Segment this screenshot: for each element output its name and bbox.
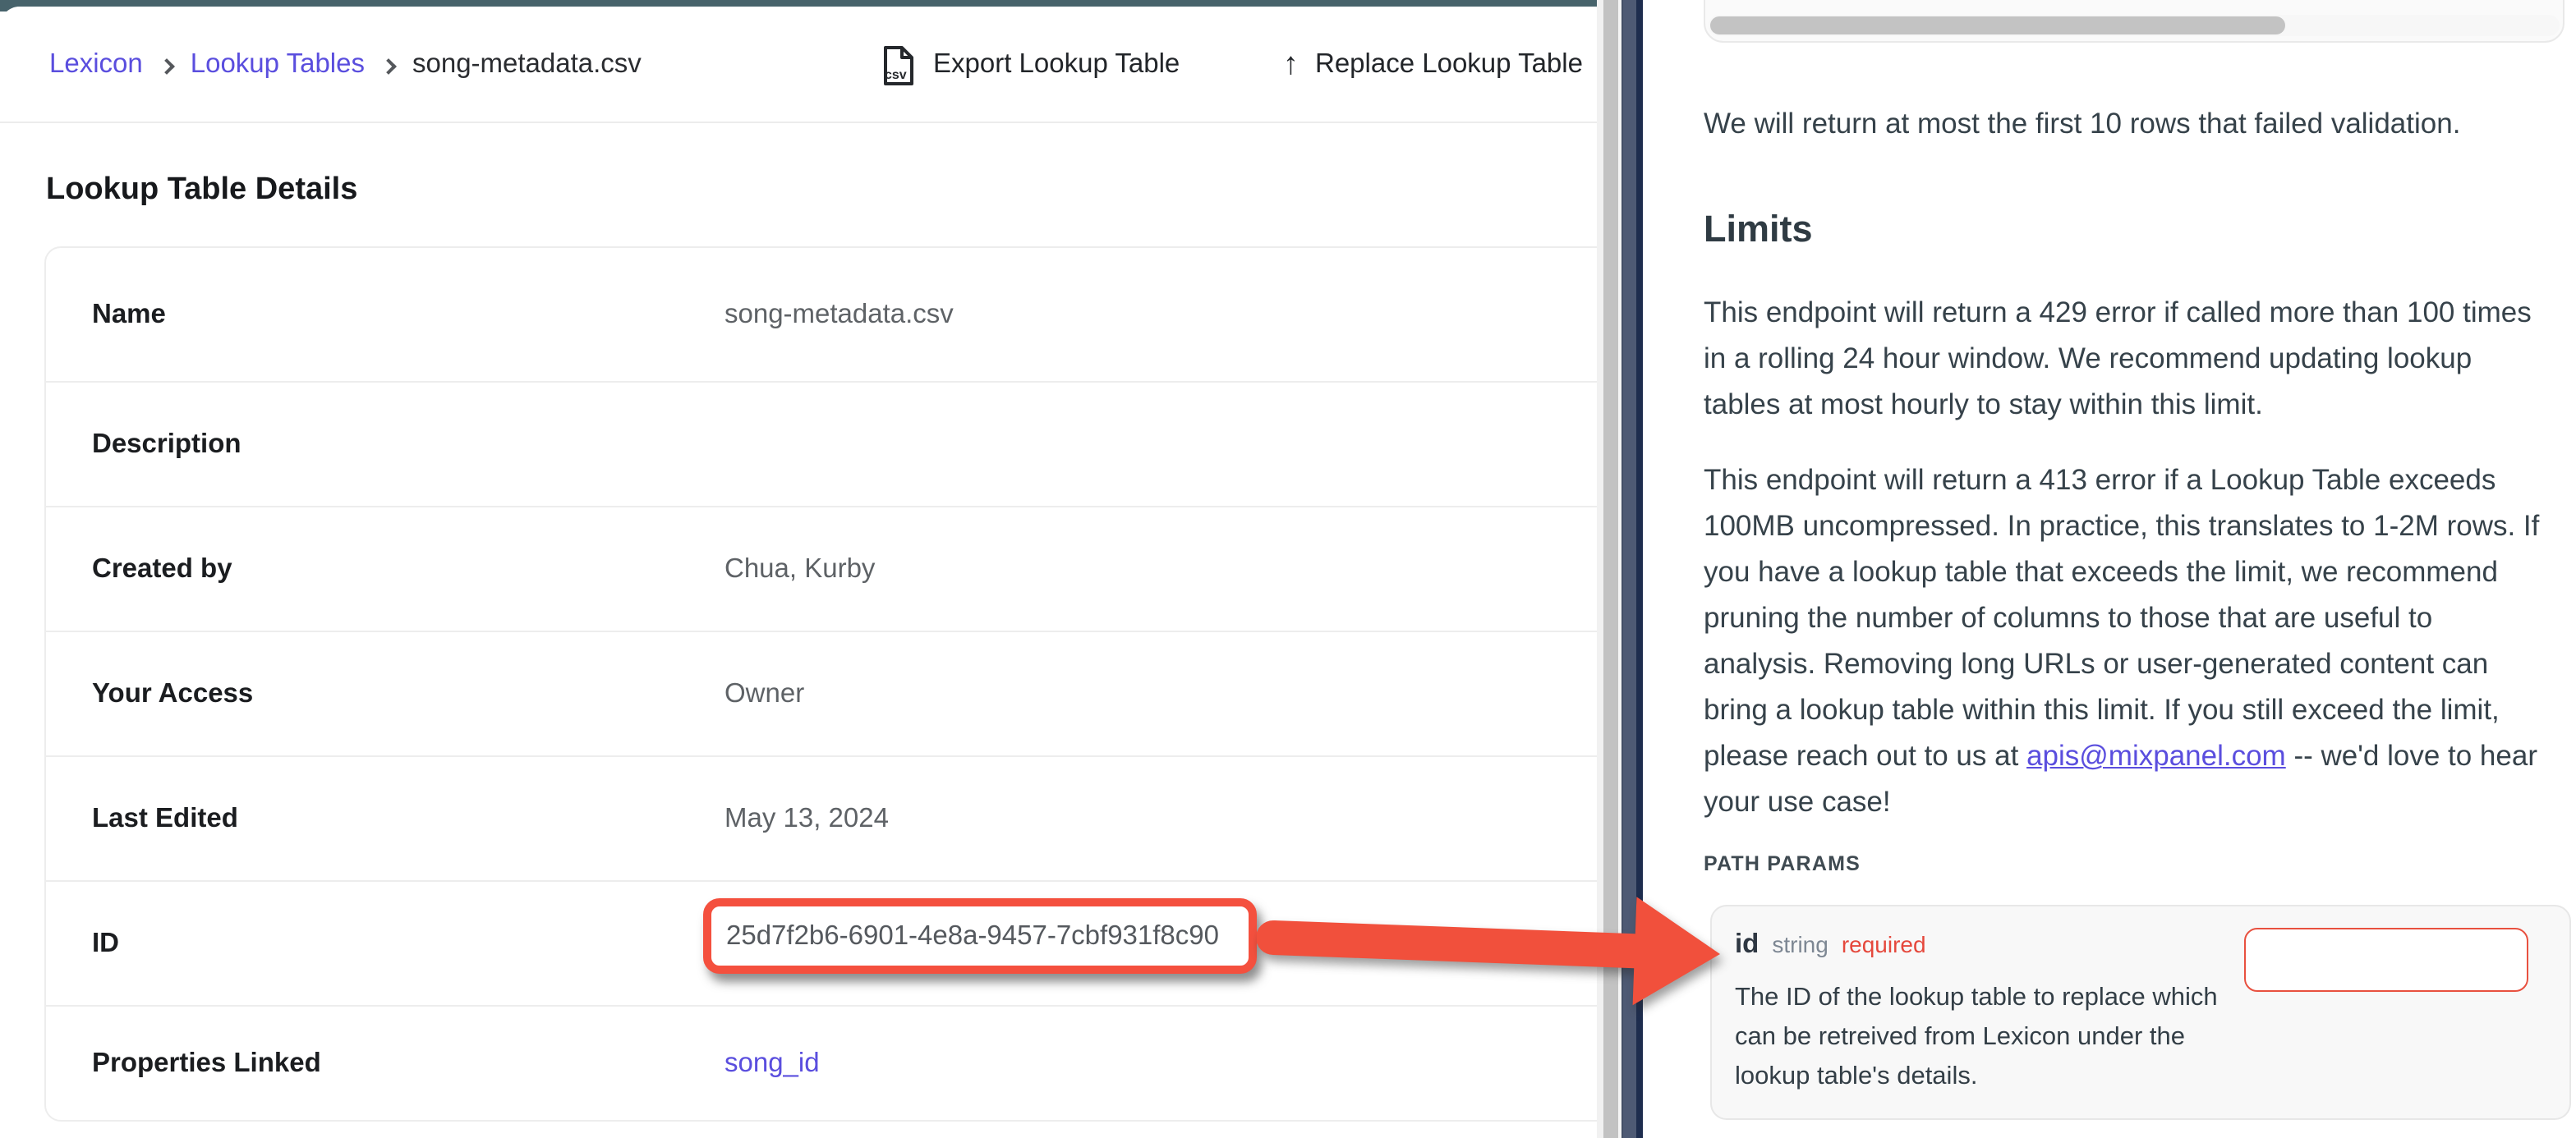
csv-file-icon: csv	[881, 44, 917, 86]
detail-label: Last Edited	[92, 803, 238, 834]
detail-row-your-access: Your Access Owner	[46, 632, 1597, 757]
param-type: string	[1772, 931, 1828, 957]
detail-value: song-metadata.csv	[724, 299, 954, 330]
docs-intro-text: We will return at most the first 10 rows…	[1704, 100, 2550, 146]
limits-heading: Limits	[1704, 209, 1813, 251]
detail-label: Properties Linked	[92, 1049, 321, 1080]
left-panel-scrollbar-thumb[interactable]	[1603, 0, 1618, 1138]
docs-window-edge-slate	[1622, 0, 1636, 1138]
replace-lookup-table-button[interactable]: ↑ Replace Lookup Table	[1283, 7, 1597, 123]
detail-label: Name	[92, 299, 166, 330]
detail-label: Your Access	[92, 678, 253, 709]
limits-paragraph-1: This endpoint will return a 429 error if…	[1704, 289, 2550, 427]
param-header: id string required	[1735, 929, 1926, 961]
horizontal-scrollbar-thumb[interactable]	[1710, 16, 2285, 34]
code-sample-scroll-area	[1704, 0, 2564, 43]
horizontal-scrollbar-track	[1709, 15, 2560, 36]
detail-row-description: Description	[46, 383, 1597, 507]
path-param-card-id: id string required The ID of the lookup …	[1710, 905, 2571, 1120]
detail-value: Owner	[724, 678, 804, 709]
left-panel-scrollbar-track	[1597, 0, 1603, 1138]
detail-value: Chua, Kurby	[724, 553, 875, 585]
replace-button-label: Replace Lookup Table	[1315, 49, 1583, 80]
param-required-badge: required	[1842, 931, 1926, 957]
lookup-table-details-card: Name song-metadata.csv Description Creat…	[44, 246, 1597, 1122]
detail-label: Description	[92, 429, 242, 460]
detail-label: ID	[92, 928, 119, 959]
docs-panel: We will return at most the first 10 rows…	[1643, 0, 2576, 1138]
page-title: Lookup Table Details	[46, 172, 357, 209]
docs-window-edge-navy	[1636, 0, 1643, 1138]
detail-row-created-by: Created by Chua, Kurby	[46, 507, 1597, 632]
screen: Lexicon Lookup Tables song-metadata.csv …	[0, 0, 2576, 1138]
apis-mixpanel-email-link[interactable]: apis@mixpanel.com	[2026, 739, 2286, 772]
id-param-input[interactable]	[2244, 928, 2528, 992]
linked-property-link[interactable]: song_id	[724, 1049, 820, 1080]
param-name: id	[1735, 929, 1759, 961]
detail-label: Created by	[92, 553, 232, 585]
lookup-table-id-value: 25d7f2b6-6901-4e8a-9457-7cbf931f8c90	[711, 920, 1219, 952]
app-header: Lexicon Lookup Tables song-metadata.csv …	[0, 7, 1597, 123]
detail-row-name: Name song-metadata.csv	[46, 248, 1597, 383]
detail-value: May 13, 2024	[724, 803, 889, 834]
detail-row-last-edited: Last Edited May 13, 2024	[46, 757, 1597, 882]
param-description: The ID of the lookup table to replace wh…	[1735, 979, 2228, 1097]
up-arrow-icon: ↑	[1283, 47, 1299, 83]
id-highlight-box: 25d7f2b6-6901-4e8a-9457-7cbf931f8c90	[703, 898, 1257, 974]
svg-text:csv: csv	[885, 67, 907, 81]
export-lookup-table-button[interactable]: csv Export Lookup Table	[881, 7, 1180, 123]
export-button-label: Export Lookup Table	[933, 49, 1180, 80]
path-params-label: PATH PARAMS	[1704, 852, 1861, 875]
limits-paragraph-2: This endpoint will return a 413 error if…	[1704, 457, 2550, 824]
detail-row-properties-linked: Properties Linked song_id	[46, 1007, 1597, 1122]
header-actions: csv Export Lookup Table ↑ Replace Lookup…	[0, 7, 1597, 123]
limits-paragraph-2-text: This endpoint will return a 413 error if…	[1704, 463, 2539, 772]
